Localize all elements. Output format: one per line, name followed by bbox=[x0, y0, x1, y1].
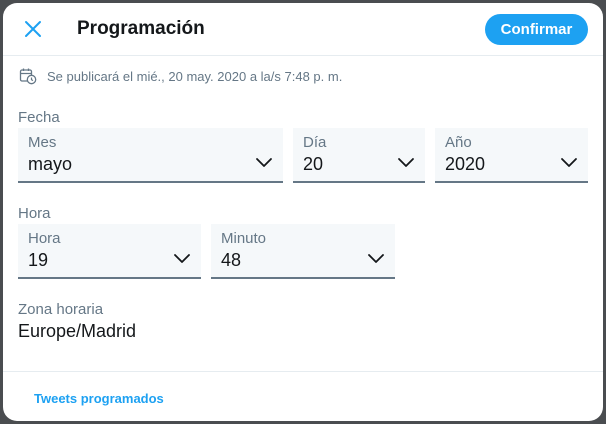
chevron-down-icon bbox=[367, 252, 385, 264]
schedule-modal: Programación Confirmar Se publicará el m… bbox=[3, 3, 603, 421]
year-value: 2020 bbox=[445, 154, 486, 174]
month-label: Mes bbox=[28, 134, 57, 151]
day-label: Día bbox=[303, 134, 327, 151]
timezone-value: Europe/Madrid bbox=[18, 321, 137, 341]
chevron-down-icon bbox=[397, 156, 415, 168]
modal-footer: Tweets programados bbox=[3, 371, 603, 421]
confirm-button[interactable]: Confirmar bbox=[485, 14, 588, 45]
time-section-label: Hora bbox=[18, 205, 51, 222]
schedule-notice: Se publicará el mié., 20 may. 2020 a la/… bbox=[19, 67, 342, 85]
hour-select[interactable]: Hora 19 bbox=[18, 224, 201, 279]
minute-select[interactable]: Minuto 48 bbox=[211, 224, 395, 279]
year-select[interactable]: Año 2020 bbox=[435, 128, 588, 183]
modal-header: Programación Confirmar bbox=[3, 3, 603, 56]
chevron-down-icon bbox=[255, 156, 273, 168]
minute-label: Minuto bbox=[221, 230, 267, 247]
modal-title: Programación bbox=[77, 18, 205, 39]
month-value: mayo bbox=[28, 154, 73, 174]
year-label: Año bbox=[445, 134, 472, 151]
calendar-clock-icon bbox=[19, 67, 37, 85]
date-section-label: Fecha bbox=[18, 109, 60, 126]
hour-label: Hora bbox=[28, 230, 61, 247]
chevron-down-icon bbox=[173, 252, 191, 264]
month-select[interactable]: Mes mayo bbox=[18, 128, 283, 183]
day-value: 20 bbox=[303, 154, 324, 174]
schedule-notice-text: Se publicará el mié., 20 may. 2020 a la/… bbox=[47, 68, 343, 84]
close-icon bbox=[25, 21, 41, 37]
timezone-section-label: Zona horaria bbox=[18, 301, 104, 318]
scheduled-tweets-link[interactable]: Tweets programados bbox=[34, 391, 164, 406]
chevron-down-icon bbox=[560, 156, 578, 168]
hour-value: 19 bbox=[28, 250, 49, 270]
day-select[interactable]: Día 20 bbox=[293, 128, 425, 183]
minute-value: 48 bbox=[221, 250, 242, 270]
close-button[interactable] bbox=[19, 15, 47, 43]
